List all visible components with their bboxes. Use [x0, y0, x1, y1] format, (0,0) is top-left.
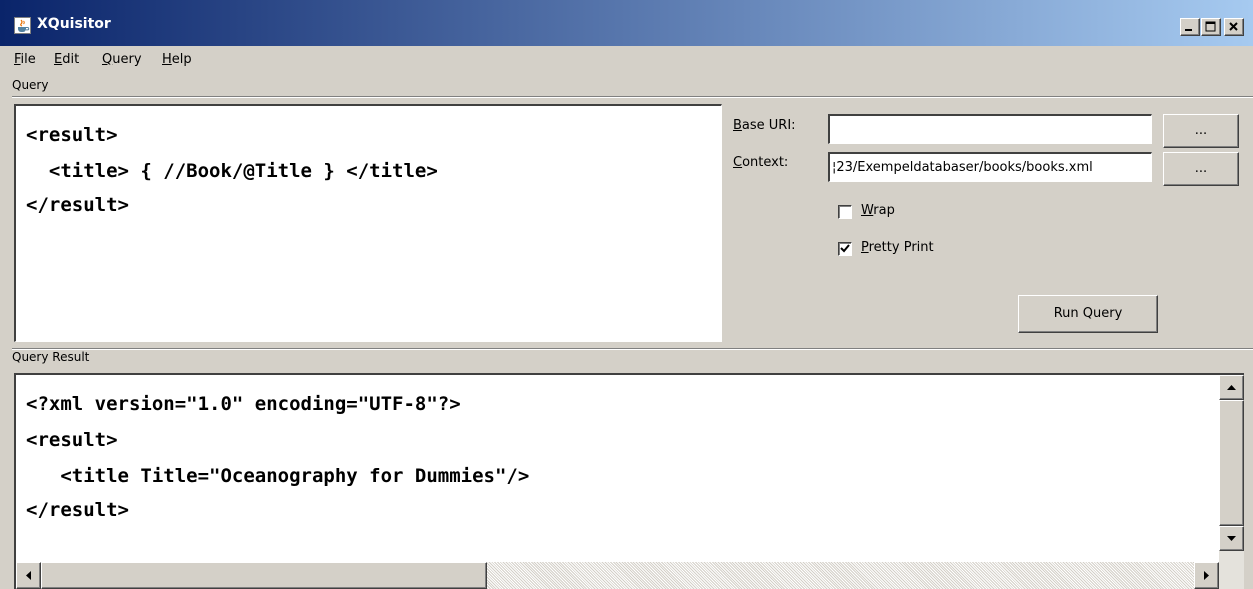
java-cup-icon: [14, 17, 31, 34]
window-title: XQuisitor: [37, 16, 111, 32]
result-section-divider: [12, 348, 1253, 350]
arrow-right-icon: [1204, 571, 1209, 580]
menu-edit-mnemonic: E: [54, 52, 63, 67]
scroll-down-button[interactable]: [1219, 526, 1244, 551]
query-section-divider: [12, 96, 1253, 98]
minimize-icon: [1185, 29, 1192, 31]
app-window: XQuisitor File Edit Query Help Query <re…: [0, 0, 1253, 589]
wrap-mnemonic: W: [861, 203, 874, 218]
vertical-scroll-thumb[interactable]: [1219, 400, 1244, 526]
query-editor[interactable]: <result> <title> { //Book/@Title } </tit…: [14, 104, 722, 342]
query-line: <result>: [26, 124, 118, 146]
result-line: <result>: [26, 429, 118, 451]
minimize-button[interactable]: [1180, 18, 1200, 36]
menu-file-label: ile: [20, 52, 36, 67]
title-bar[interactable]: XQuisitor: [0, 0, 1253, 46]
result-section-label: Query Result: [12, 350, 90, 364]
context-mnemonic: C: [733, 155, 743, 170]
menu-help[interactable]: Help: [162, 52, 192, 67]
context-label: Context:: [733, 155, 788, 170]
maximize-icon: [1205, 21, 1216, 32]
horizontal-scrollbar[interactable]: [16, 562, 1219, 589]
scroll-right-button[interactable]: [1194, 562, 1219, 589]
base-uri-label-text: ase URI:: [741, 118, 796, 133]
run-query-button[interactable]: Run Query: [1018, 295, 1158, 333]
query-section-label: Query: [12, 78, 49, 92]
menu-query[interactable]: Query: [102, 52, 142, 67]
menu-help-mnemonic: H: [162, 52, 172, 67]
menu-edit-label: dit: [62, 52, 80, 67]
base-uri-label: Base URI:: [733, 118, 796, 133]
menu-edit[interactable]: Edit: [54, 52, 79, 67]
checkmark-icon: [840, 244, 850, 253]
pretty-print-mnemonic: P: [861, 240, 869, 255]
menu-query-label: uery: [112, 52, 142, 67]
close-button[interactable]: [1224, 18, 1244, 36]
wrap-label-text: rap: [873, 203, 895, 218]
menu-file[interactable]: File: [14, 52, 36, 67]
arrow-up-icon: [1227, 385, 1236, 390]
query-result-output[interactable]: <?xml version="1.0" encoding="UTF-8"?> <…: [14, 373, 1244, 589]
wrap-checkbox[interactable]: [838, 205, 852, 219]
pretty-print-label-text: retty Print: [868, 240, 934, 255]
maximize-button[interactable]: [1201, 18, 1221, 36]
vertical-scrollbar[interactable]: [1219, 375, 1244, 589]
query-line: <title> { //Book/@Title } </title>: [26, 160, 438, 182]
base-uri-input[interactable]: [828, 114, 1152, 144]
arrow-left-icon: [26, 571, 31, 580]
base-uri-browse-button[interactable]: ...: [1163, 114, 1239, 148]
context-browse-button[interactable]: ...: [1163, 152, 1239, 186]
wrap-label[interactable]: Wrap: [861, 203, 895, 218]
menu-query-mnemonic: Q: [102, 52, 113, 67]
scroll-up-button[interactable]: [1219, 375, 1244, 400]
menu-bar: File Edit Query Help: [0, 46, 1253, 74]
menu-help-label: elp: [171, 52, 192, 67]
context-input[interactable]: ¦23/Exempeldatabaser/books/books.xml: [828, 152, 1152, 182]
base-uri-mnemonic: B: [733, 118, 742, 133]
result-line: <?xml version="1.0" encoding="UTF-8"?>: [26, 393, 461, 415]
context-label-text: ontext:: [742, 155, 789, 170]
result-line: </result>: [26, 499, 129, 521]
result-line: <title Title="Oceanography for Dummies"/…: [26, 465, 530, 487]
horizontal-scroll-thumb[interactable]: [41, 562, 487, 589]
pretty-print-checkbox[interactable]: [838, 242, 852, 256]
pretty-print-label[interactable]: Pretty Print: [861, 240, 934, 255]
close-icon: [1229, 22, 1238, 31]
query-line: </result>: [26, 194, 129, 216]
scroll-left-button[interactable]: [16, 562, 41, 589]
arrow-down-icon: [1227, 536, 1236, 541]
